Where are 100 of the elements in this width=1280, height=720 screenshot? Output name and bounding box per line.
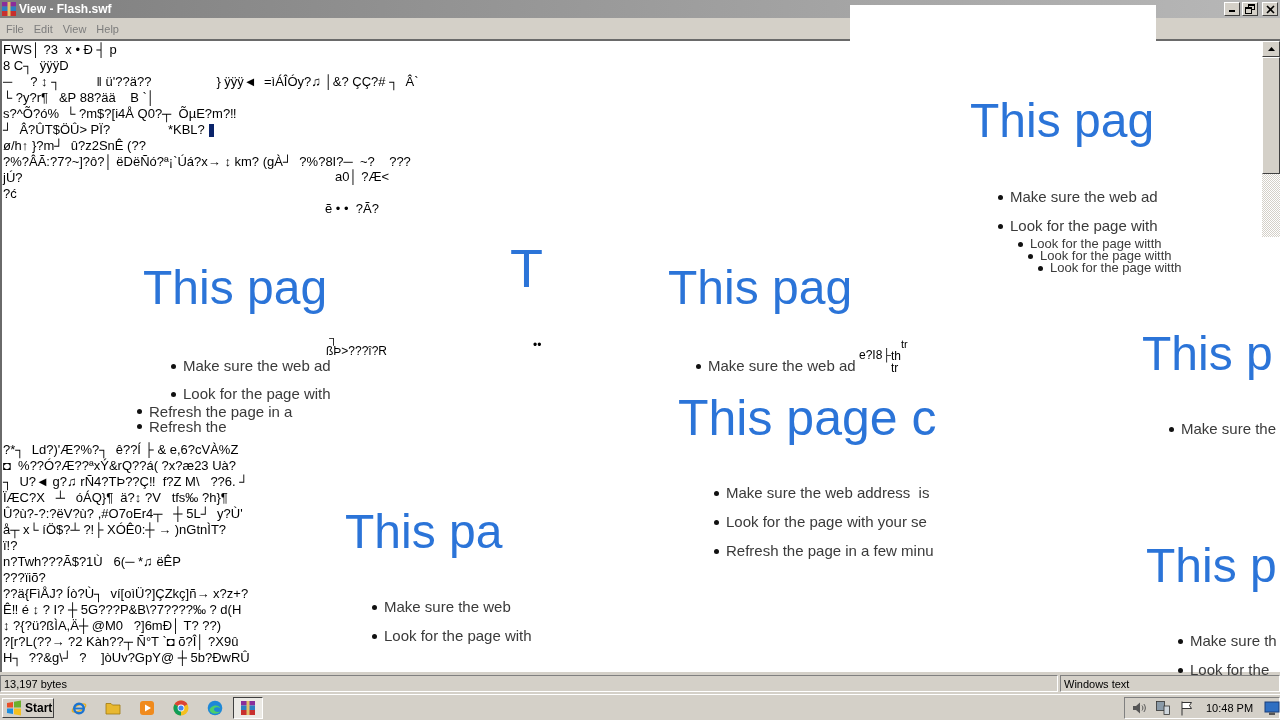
error-hint: Refresh the page in a few minu [726,542,934,560]
flag-icon[interactable] [1179,699,1195,716]
error-heading: This p [1142,326,1273,382]
bullet-icon [714,548,719,554]
bullet-icon [1028,253,1033,259]
text-line: ???ïiõ? [3,570,46,586]
bullet-icon [1169,426,1174,432]
menu-item[interactable]: Help [91,22,124,35]
screen-icon[interactable] [1264,699,1280,716]
error-heading: This p [1146,538,1277,594]
error-hint: Look for the [1190,661,1270,679]
error-hint: Look for the page witth [1040,250,1172,262]
scrollbar-track[interactable] [1262,41,1280,237]
text-line: jÚ? [3,170,23,186]
window-title: View - Flash.swf [19,2,112,16]
garbled-text: a0│ ?Æ< [335,170,390,184]
error-hint: Make sure th [1190,632,1277,650]
error-hint: Make sure the web address is [726,484,930,502]
garbled-text: e?I8├ [859,349,891,362]
error-hint: Look for the page with [384,627,532,645]
bullet-icon [1178,638,1183,644]
close-button[interactable] [1262,2,1278,16]
text-line: FWS│ ?3 x • Ð ┤ p [3,42,117,58]
segmented-circle-icon[interactable] [173,699,189,716]
close-icon [1265,4,1275,14]
computer-icon[interactable] [1155,699,1171,716]
text-line: ?ć [3,186,17,202]
garbled-text: tr [891,362,899,375]
error-hint: Make sure the web ad [183,357,331,375]
text-line: ÏÆC?X ┴ óÁQ}¶ ä?↕ ?V tfs‰ ?h}¶ [3,490,228,506]
bullet-icon [714,519,719,525]
taskbar-button[interactable] [233,696,263,719]
error-hint: Make sure the web [384,598,511,616]
error-heading: This pag [143,260,328,316]
error-hint: Make sure the web ad [708,357,856,375]
text-line: å┬ x└ íÖ$?┴ ?!├ XÓÊ0:┼ → )nGtnÌT? [3,522,227,538]
bullet-icon [171,391,176,397]
bullet-icon [696,363,701,369]
start-button[interactable]: Start [2,697,54,718]
bullet-icon [1038,265,1043,271]
error-heading: This pag [970,93,1155,149]
error-heading: This pa [345,504,503,560]
text-line: ◘ %??Ó?Æ??ªxÝ&rQ??á( ?x?æ23 Uà? [3,458,237,474]
text-line: ─ ? ↕ ┐ ‖ ü'??ä?? } ÿÿÿ◄ =ìÁÎÓy?♫ │&? ÇÇ?# ┐ Â` [3,74,419,90]
menu-item[interactable]: View [57,22,92,35]
error-hint: Refresh the page in a [149,403,293,419]
text-line: n?Twh???Ã$?1Ù 6(─ *♫ ëÊP [3,554,181,570]
error-hint: Look for the page witth [1050,262,1182,274]
error-hint: Look for the page with [183,385,331,403]
text-line: ┐ U?◄ g?♫ rÑ4?TÞ??Ç‼ f?Z M\ ??6. ┘ [3,474,249,490]
text-cursor [208,123,214,137]
garbled-text: ẽ • • ?Ã? [325,202,379,216]
books-icon [1,1,17,17]
up-arrow-icon [1267,47,1275,51]
text-line: ↕ ?{?ü?ßÌA,Ä┼ @M0 ?]6mÐ│ T? ??) [3,618,222,634]
error-hint: Look for the page with your se [726,513,927,531]
bullet-icon [1018,241,1023,247]
garbled-text: ┐ [329,332,338,345]
text-line: Û?ù?-?:?ëV?ù? ,#O7oEr4┬ ┼ 5L┘ y?Ù' [3,506,243,522]
bullet-icon [998,194,1003,200]
bullet-icon [137,408,142,414]
bullet-icon [1178,667,1183,673]
bullet-icon [171,363,176,369]
error-heading: This page c [678,390,937,448]
error-hint: Make sure the web ad [1010,188,1158,206]
garbled-text: th [891,350,901,363]
minimize-button[interactable] [1224,2,1240,16]
text-line: ?%?ÂÃ:?7?~]?ô?│ ëDëÑó?ª¡`Úá?x→ ↕ km? (gÀ┘ ?%?8I?─ ~? ??? [3,154,411,170]
bullet-icon [998,223,1003,229]
restore-button[interactable] [1242,2,1258,16]
encoding-text: Windows text [1064,677,1130,690]
tray-clock: 10:48 PM [1206,701,1254,714]
text-line: ??ä{FìÅJ? Íò?Ù┐ ví[oìÜ?]ÇZkç]ñ→ x?z+? [3,586,249,602]
bullet-icon [372,604,377,610]
text-line: ?[r?L(??→ ?2 Kàh??┬ Ñ°T `◘ õ?Î│ ?X9û [3,634,239,650]
bullet-icon [372,633,377,639]
restore-icon [1245,4,1255,14]
garbled-text: tr [901,338,908,350]
error-hint: Look for the page with [1010,217,1158,235]
garbled-text: •• [533,339,542,352]
text-line: Ê‼ é ↕ ? I? ┼ 5G???P&B\?7????‰ ? d(H [3,602,242,618]
error-heading: T [510,237,543,300]
text-line: H┐ ??&g\┘ ? ]òUv?GpY@ ┼ 5b?ÐwRÛ [3,650,250,666]
garbled-text: ßÞ>???î?R [326,345,388,358]
text-line: ┘ Â?ÛT$ÖÛ> PÏ? *KBL? [3,122,205,138]
books-icon [240,699,256,716]
file-size-text: 13,197 bytes [4,677,67,690]
text-line: ø/h↑ }?m┘ û?z2SnÊ (?? [3,138,146,154]
bullet-icon [714,490,719,496]
scrollbar-thumb[interactable] [1262,57,1280,174]
text-line: s?^Õ?ó% └ ?m$?[i4Å Q0?┬ ÕµE?m?‼ [3,106,237,122]
menu-item[interactable]: Edit [28,22,58,35]
bullet-icon [137,423,142,429]
menu-item[interactable]: File [1,22,29,35]
logo-flag-icon [6,699,22,716]
text-line: ?*┐ Ld?)'Æ?%?┐ ê??Í ├ & e,6?cVÀ%Z [3,442,239,458]
text-line: └ ?y?r¶ &P 88?ää B `│ [3,90,155,106]
text-line: 8 C┐ ÿÿÿD [3,58,69,74]
scroll-up-button[interactable] [1262,41,1280,57]
text-line: ï!? [3,538,18,554]
